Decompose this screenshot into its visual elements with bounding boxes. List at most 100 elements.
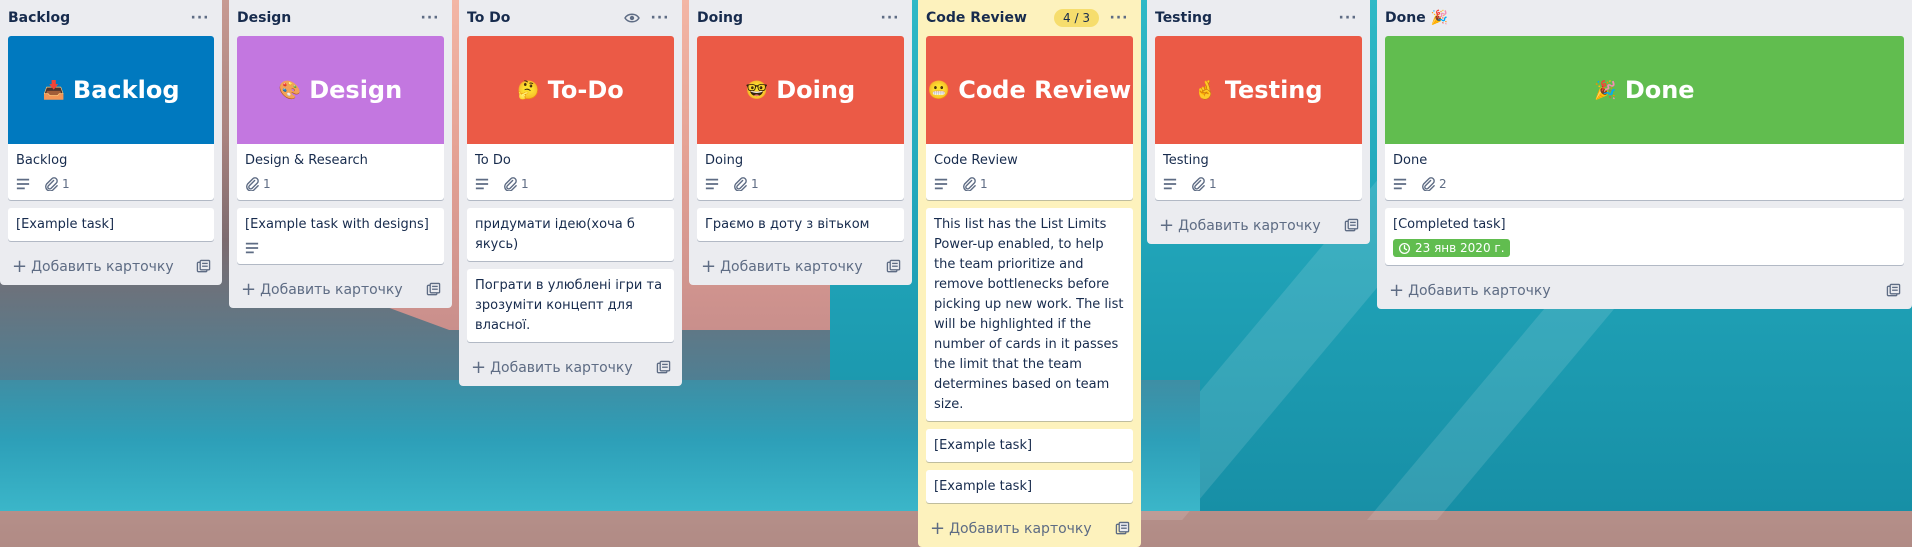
more-icon: ··· [650, 10, 670, 26]
list-title[interactable]: Code Review [926, 10, 1054, 26]
list-title[interactable]: To Do [467, 10, 618, 26]
list-header[interactable]: Doing ··· [689, 0, 912, 36]
description-icon [705, 178, 719, 190]
list-title[interactable]: Doing [697, 10, 876, 26]
list-menu-button[interactable]: ··· [646, 4, 674, 32]
card-badges: 1 [705, 174, 896, 194]
card-title: Done [1393, 153, 1428, 168]
card[interactable]: Граємо в доту з вітьком [697, 208, 904, 241]
more-icon: ··· [1109, 10, 1129, 26]
create-from-template-button[interactable] [426, 282, 442, 298]
plus-icon: + [1159, 215, 1175, 236]
cover-text: Doing [776, 76, 856, 104]
attachment-icon [963, 177, 976, 191]
due-date-badge[interactable]: 23 янв 2020 г. [1393, 239, 1510, 257]
attachment-count: 1 [521, 177, 529, 191]
list-title[interactable]: Testing [1155, 10, 1334, 26]
card-title: Пограти в улюблені ігри та зрозуміти кон… [475, 278, 663, 333]
cover-text: Backlog [72, 76, 180, 104]
card-title: [Example task] [934, 438, 1033, 453]
list-menu-button[interactable]: ··· [1105, 4, 1133, 32]
description-badge [934, 177, 952, 191]
card-body: Design & Research 1 [237, 144, 444, 200]
list-header[interactable]: Design ··· [229, 0, 452, 36]
list-menu-button[interactable]: ··· [186, 4, 214, 32]
description-badge [705, 177, 723, 191]
add-card-button[interactable]: + Добавить карточку [689, 249, 912, 285]
attachment-badge: 1 [733, 177, 759, 191]
card-title: Doing [705, 153, 744, 168]
list-limit-badge: 4 / 3 [1054, 9, 1099, 27]
template-icon [1344, 218, 1359, 232]
watch-icon-button[interactable] [618, 4, 646, 32]
card[interactable]: [Example task with designs] [237, 208, 444, 264]
card[interactable]: This list has the List Limits Power-up e… [926, 208, 1133, 421]
eye-icon [624, 13, 640, 23]
card[interactable]: [Example task] [8, 208, 214, 241]
list-header[interactable]: Testing ··· [1147, 0, 1370, 36]
card-body: Backlog 1 [8, 144, 214, 200]
list-title[interactable]: Done 🎉 [1385, 10, 1904, 26]
create-from-template-button[interactable] [886, 259, 902, 275]
template-icon [196, 259, 211, 273]
card-body: придумати ідею(хоча б якусь) [467, 208, 674, 261]
cover-card[interactable]: 🎨 Design Design & Research 1 [237, 36, 444, 200]
attachment-badge: 1 [44, 177, 70, 191]
list-menu-button[interactable]: ··· [416, 4, 444, 32]
card[interactable]: [Example task] [926, 429, 1133, 462]
cover-emoji: 😬 [927, 79, 951, 101]
card-title: [Example task with designs] [245, 217, 429, 232]
add-card-button[interactable]: + Добавить карточку [229, 272, 452, 308]
attachment-badge: 2 [1421, 177, 1447, 191]
create-from-template-button[interactable] [1344, 218, 1360, 234]
add-card-label: Добавить карточку [31, 259, 174, 275]
card-body: [Completed task] 23 янв 2020 г. [1385, 208, 1904, 265]
cover-card[interactable]: 🤔 To-Do To Do 1 [467, 36, 674, 200]
card[interactable]: [Completed task] 23 янв 2020 г. [1385, 208, 1904, 265]
add-card-button[interactable]: + Добавить карточку [459, 350, 682, 386]
description-badge [16, 177, 34, 191]
attachment-icon [504, 177, 517, 191]
cover-card[interactable]: 📥 Backlog Backlog 1 [8, 36, 214, 200]
card-title: [Example task] [934, 479, 1033, 494]
list-header[interactable]: Code Review 4 / 3 ··· [918, 0, 1141, 36]
card-body: Пограти в улюблені ігри та зрозуміти кон… [467, 269, 674, 342]
attachment-icon [45, 177, 58, 191]
template-icon [426, 282, 441, 296]
template-icon [886, 259, 901, 273]
attachment-badge: 1 [1191, 177, 1217, 191]
create-from-template-button[interactable] [1115, 521, 1131, 537]
list-title[interactable]: Backlog [8, 10, 186, 26]
list-header[interactable]: Done 🎉··· [1377, 0, 1912, 36]
list-header[interactable]: Backlog ··· [0, 0, 222, 36]
cover-card[interactable]: 😬 Code Review Code Review 1 [926, 36, 1133, 200]
create-from-template-button[interactable] [656, 360, 672, 376]
description-badge [245, 241, 263, 255]
cover-card[interactable]: 🎉 Done Done 2 [1385, 36, 1904, 200]
card[interactable]: Пограти в улюблені ігри та зрозуміти кон… [467, 269, 674, 342]
add-card-button[interactable]: + Добавить карточку [1147, 208, 1370, 244]
card-title: This list has the List Limits Power-up e… [934, 217, 1124, 412]
cover-emoji: 🤔 [517, 79, 540, 101]
create-from-template-button[interactable] [196, 259, 212, 275]
card-cover: 🤔 To-Do [467, 36, 674, 144]
add-card-button[interactable]: + Добавить карточку [1377, 273, 1912, 309]
card-title: Backlog [16, 153, 68, 168]
attachment-count: 2 [1439, 177, 1447, 191]
cover-text: Design [309, 76, 403, 104]
list-menu-button[interactable]: ··· [1334, 4, 1362, 32]
add-card-button[interactable]: + Добавить карточку [0, 249, 222, 285]
list-title[interactable]: Design [237, 10, 416, 26]
card[interactable]: [Example task] [926, 470, 1133, 503]
list-header[interactable]: To Do ··· [459, 0, 682, 36]
create-from-template-button[interactable] [1886, 283, 1902, 299]
list-todo: To Do ··· 🤔 To-Do To Do 1 придумати ідею(хоча … [459, 0, 682, 386]
attachment-count: 1 [263, 177, 271, 191]
add-card-button[interactable]: + Добавить карточку [918, 511, 1141, 547]
cover-emoji: 🤓 [745, 79, 769, 101]
card-title: Граємо в доту з вітьком [705, 217, 870, 232]
list-menu-button[interactable]: ··· [876, 4, 904, 32]
cover-card[interactable]: 🤞 Testing Testing 1 [1155, 36, 1362, 200]
cover-card[interactable]: 🤓 Doing Doing 1 [697, 36, 904, 200]
card[interactable]: придумати ідею(хоча б якусь) [467, 208, 674, 261]
